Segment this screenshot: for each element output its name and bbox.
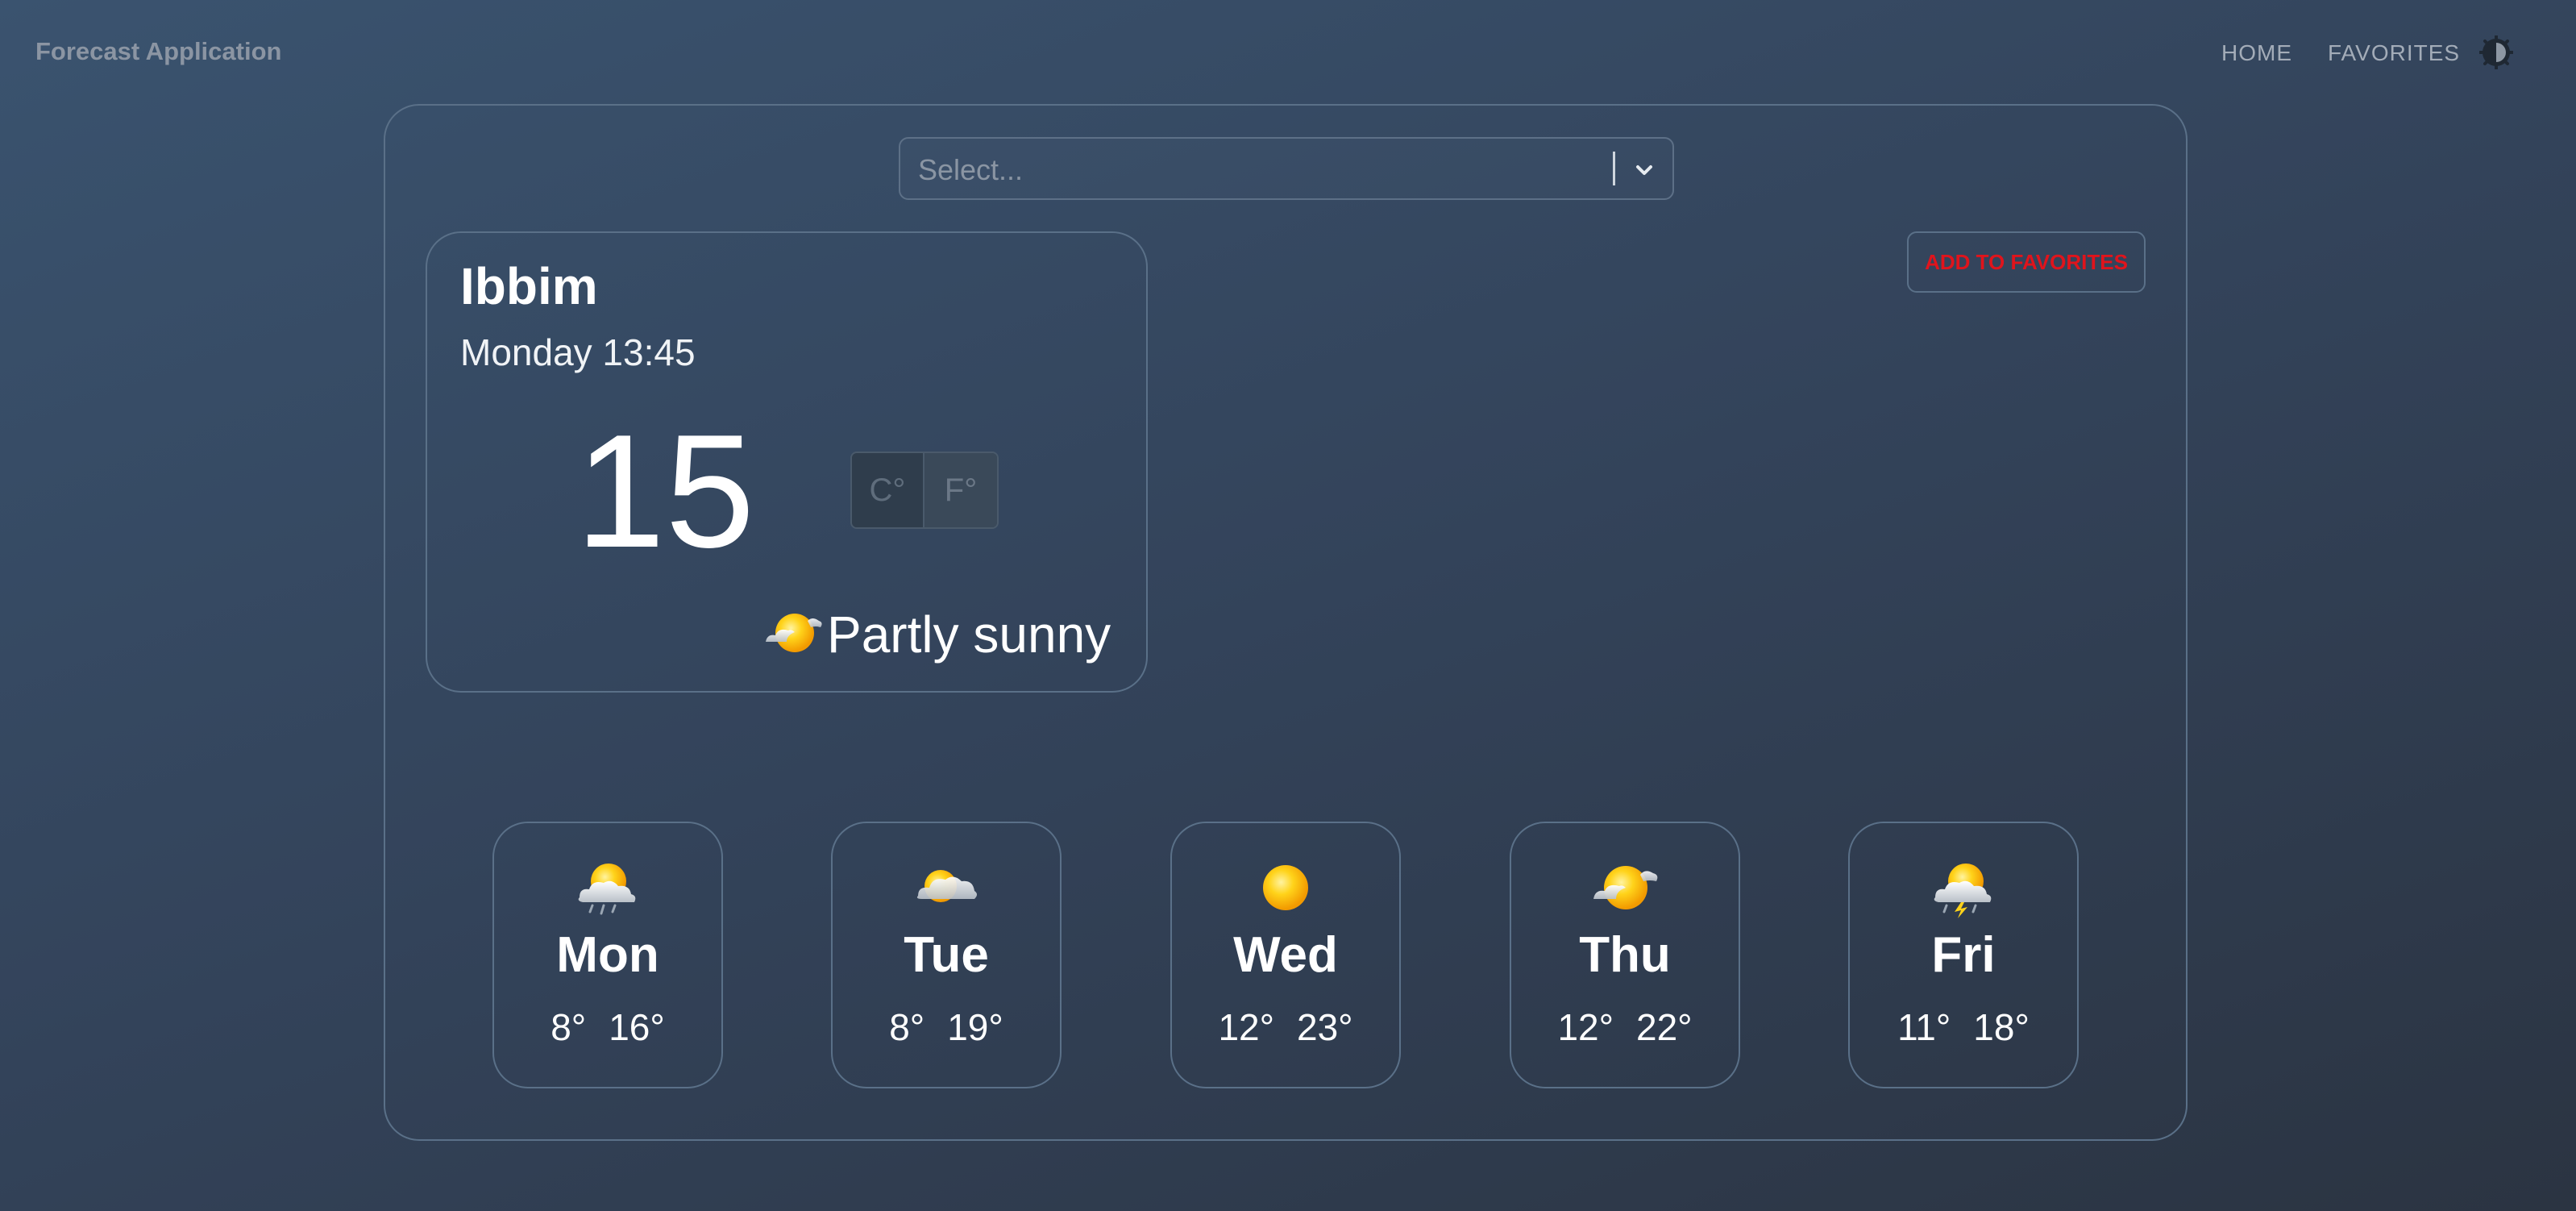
sun-cloud-storm-icon (1934, 864, 1992, 918)
forecast-low: 11° (1897, 1006, 1951, 1048)
nav-favorites-link[interactable]: FAVORITES (2328, 40, 2460, 66)
forecast-day-card[interactable]: Fri 11° 18° (1848, 822, 2079, 1088)
celsius-button[interactable]: C° (852, 453, 924, 527)
fahrenheit-button[interactable]: F° (924, 453, 997, 527)
forecast-day-name: Tue (904, 927, 989, 983)
add-to-favorites-button[interactable]: ADD TO FAVORITES (1907, 231, 2146, 293)
unit-toggle: C° F° (850, 452, 999, 529)
partly-sunny-icon (766, 614, 822, 652)
select-separator (1613, 152, 1615, 185)
condition-label: Partly sunny (827, 606, 1111, 664)
forecast-high: 19° (947, 1006, 1003, 1048)
forecast-low: 8° (551, 1006, 587, 1048)
forecast-temps: 11° 18° (1850, 1005, 2077, 1049)
forecast-high: 18° (1973, 1006, 2030, 1048)
app-title[interactable]: Forecast Application (35, 37, 281, 66)
top-navbar: Forecast Application HOME FAVORITES (0, 0, 2576, 105)
forecast-day-card[interactable]: Thu 12° 22° (1510, 822, 1740, 1088)
forecast-high: 22° (1636, 1006, 1693, 1048)
forecast-day-name: Wed (1233, 927, 1338, 983)
theme-toggle-icon[interactable] (2479, 35, 2513, 69)
sun-icon (1263, 865, 1308, 910)
sun-cloud-rain-icon (578, 864, 636, 915)
forecast-low: 8° (889, 1006, 925, 1048)
forecast-day-card[interactable]: Wed 12° 23° (1170, 822, 1401, 1088)
forecast-high: 23° (1297, 1006, 1353, 1048)
forecast-temps: 12° 23° (1172, 1005, 1399, 1049)
sun-cloud-icon (916, 870, 977, 902)
chevron-down-icon[interactable] (1631, 156, 1658, 184)
forecast-temps: 12° 22° (1511, 1005, 1739, 1049)
forecast-day-card[interactable]: Mon 8° 16° (492, 822, 723, 1088)
forecast-temps: 8° 16° (494, 1005, 721, 1049)
forecast-high: 16° (609, 1006, 665, 1048)
location-select-placeholder: Select... (918, 153, 1024, 186)
location-select[interactable]: Select... (899, 137, 1674, 200)
current-temperature: 15 (575, 402, 755, 581)
partly-sunny-icon (1593, 866, 1658, 909)
forecast-temps: 8° 19° (833, 1005, 1060, 1049)
forecast-day-name: Thu (1579, 927, 1671, 983)
city-name: Ibbim (460, 257, 598, 315)
forecast-low: 12° (1218, 1006, 1274, 1048)
forecast-day-name: Fri (1931, 927, 1996, 983)
nav-home-link[interactable]: HOME (2221, 40, 2292, 66)
forecast-day-card[interactable]: Tue 8° 19° (831, 822, 1062, 1088)
forecast-day-name: Mon (556, 927, 659, 983)
forecast-low: 12° (1557, 1006, 1614, 1048)
current-datetime: Monday 13:45 (460, 331, 696, 373)
